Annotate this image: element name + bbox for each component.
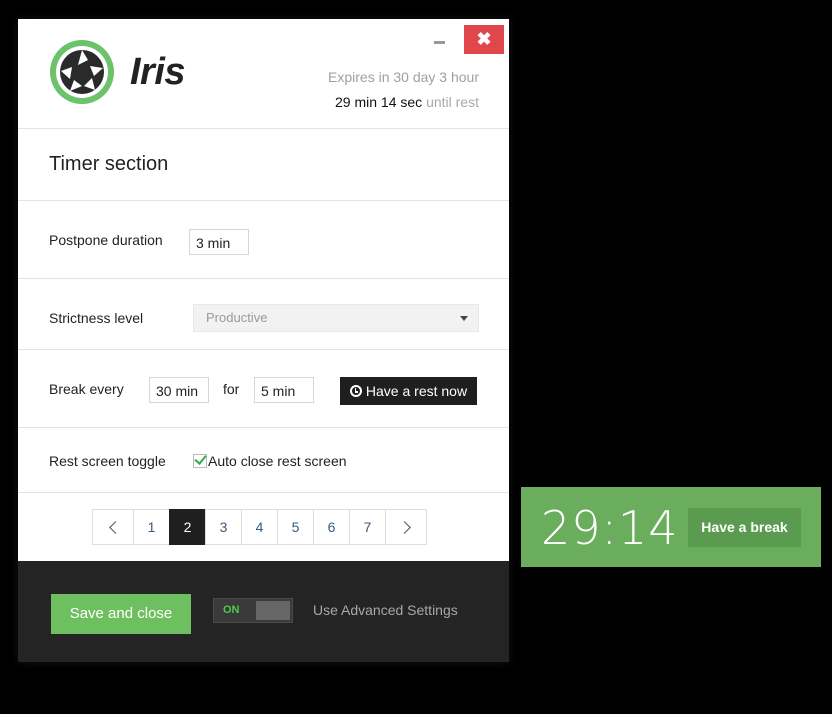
time-left: 29 min 14 sec bbox=[335, 94, 423, 110]
prev-page-button[interactable] bbox=[92, 509, 134, 545]
section-title: Timer section bbox=[49, 153, 169, 175]
rest-screen-label: Rest screen toggle bbox=[49, 453, 166, 469]
page-1[interactable]: 1 bbox=[133, 509, 170, 545]
strictness-label: Strictness level bbox=[49, 310, 144, 326]
auto-close-checkbox[interactable] bbox=[193, 454, 207, 468]
chevron-left-icon bbox=[108, 521, 122, 534]
page-4[interactable]: 4 bbox=[241, 509, 278, 545]
break-every-input[interactable]: 30 min bbox=[149, 377, 209, 403]
page-5[interactable]: 5 bbox=[277, 509, 314, 545]
strictness-select[interactable]: Productive bbox=[193, 304, 479, 332]
rest-button-label: Have a rest now bbox=[365, 383, 468, 399]
settings-window: Iris ✖ Expires in 30 day 3 hour 29 min 1… bbox=[18, 19, 509, 662]
toggle-knob bbox=[256, 601, 290, 620]
window-header: Iris ✖ Expires in 30 day 3 hour 29 min 1… bbox=[18, 19, 509, 129]
advanced-settings-toggle[interactable]: ON bbox=[213, 598, 293, 623]
until-rest-label: until rest bbox=[422, 94, 479, 110]
iris-logo-icon bbox=[50, 40, 114, 104]
expiry-text: Expires in 30 day 3 hour bbox=[328, 69, 479, 85]
footer: Save and close ON Use Advanced Settings bbox=[18, 561, 509, 662]
break-for-input[interactable]: 5 min bbox=[254, 377, 314, 403]
chevron-right-icon bbox=[397, 521, 411, 534]
chevron-down-icon bbox=[460, 316, 468, 321]
break-for-label: for bbox=[223, 381, 240, 397]
postpone-label: Postpone duration bbox=[49, 232, 163, 248]
pagination: 1 2 3 4 5 6 7 bbox=[92, 509, 427, 545]
page-2[interactable]: 2 bbox=[169, 509, 206, 545]
time-until-rest: 29 min 14 sec until rest bbox=[335, 94, 479, 110]
close-button[interactable]: ✖ bbox=[464, 25, 504, 54]
page-6[interactable]: 6 bbox=[313, 509, 350, 545]
postpone-input[interactable]: 3 min bbox=[189, 229, 249, 255]
widget-timer: 29:14 bbox=[541, 501, 679, 555]
page-7[interactable]: 7 bbox=[349, 509, 386, 545]
break-timer-widget: 29:14 Have a break bbox=[521, 487, 821, 567]
have-a-break-button[interactable]: Have a break bbox=[688, 508, 801, 547]
break-every-label: Break every bbox=[49, 381, 124, 397]
have-rest-now-button[interactable]: Have a rest now bbox=[340, 377, 477, 405]
minimize-icon[interactable] bbox=[432, 36, 448, 50]
strictness-selected: Productive bbox=[206, 310, 268, 325]
save-and-close-button[interactable]: Save and close bbox=[51, 594, 191, 634]
next-page-button[interactable] bbox=[385, 509, 427, 545]
auto-close-label[interactable]: Auto close rest screen bbox=[208, 453, 347, 469]
advanced-settings-label[interactable]: Use Advanced Settings bbox=[313, 602, 458, 618]
clock-icon bbox=[349, 385, 362, 397]
app-name: Iris bbox=[130, 51, 186, 93]
page-3[interactable]: 3 bbox=[205, 509, 242, 545]
toggle-state: ON bbox=[223, 604, 240, 616]
